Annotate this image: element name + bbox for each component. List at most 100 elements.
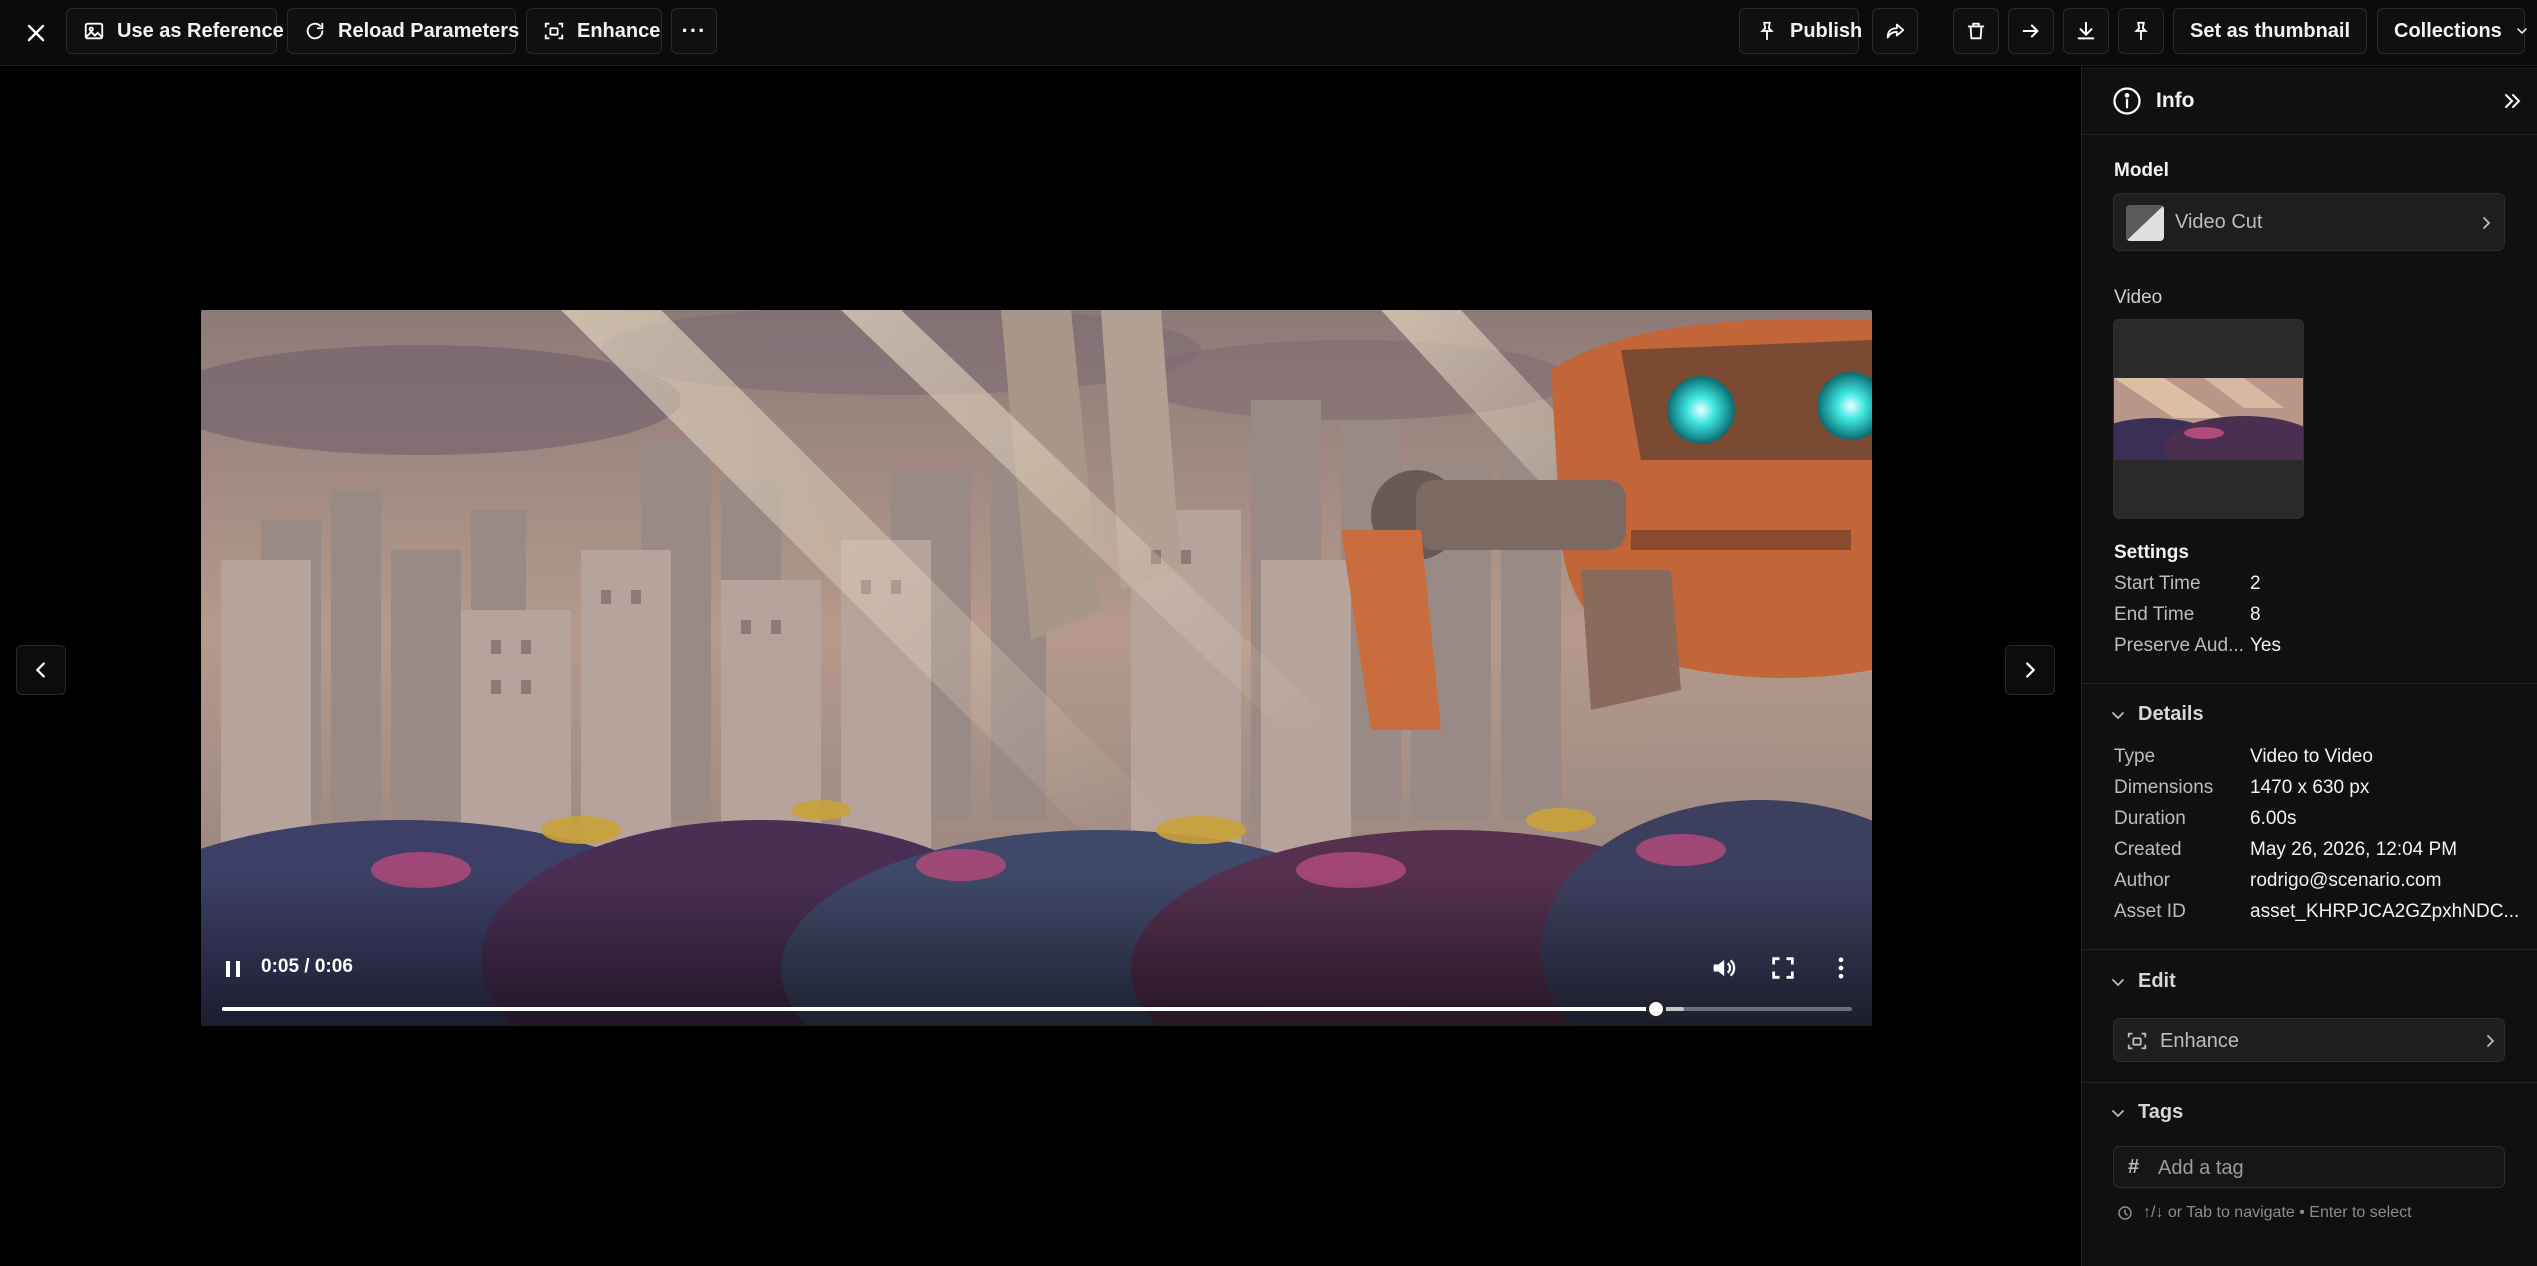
info-panel: Info Model Video Cut Video Settings Star… — [2081, 67, 2537, 1266]
detail-value: Video to Video — [2250, 746, 2373, 767]
controls-shade — [201, 876, 1872, 1026]
model-thumbnail — [2126, 205, 2164, 241]
playback-time: 0:05 / 0:06 — [261, 956, 353, 977]
reload-parameters-button[interactable]: Reload Parameters — [287, 8, 520, 54]
model-selector[interactable]: Video Cut — [2113, 193, 2505, 251]
tags-section-toggle[interactable]: Tags — [2110, 1101, 2183, 1124]
chevron-down-icon — [2112, 978, 2124, 986]
panel-header: Info — [2082, 67, 2537, 135]
close-button[interactable] — [16, 13, 56, 53]
seek-progress — [222, 1007, 1657, 1011]
set-as-thumbnail-label: Set as thumbnail — [2190, 19, 2351, 42]
more-icon: ··· — [681, 18, 707, 43]
next-asset-button[interactable] — [2008, 8, 2054, 54]
details-section-label: Details — [2138, 703, 2204, 725]
panel-title: Info — [2156, 89, 2195, 112]
model-name: Video Cut — [2175, 211, 2263, 233]
more-vertical-icon[interactable] — [1827, 954, 1855, 982]
detail-key: Dimensions — [2114, 777, 2214, 798]
model-section-label: Model — [2114, 160, 2169, 181]
detail-key: Asset ID — [2114, 901, 2186, 922]
chevron-right-icon — [2026, 662, 2036, 678]
top-toolbar: Use as Reference Reload Parameters Enhan… — [0, 0, 2537, 66]
use-as-reference-button[interactable]: Use as Reference — [66, 8, 284, 54]
chevron-down-icon — [2112, 1109, 2124, 1117]
video-section-label: Video — [2114, 287, 2163, 308]
section-divider — [2082, 683, 2537, 684]
tags-section-label: Tags — [2138, 1101, 2184, 1123]
setting-key: End Time — [2114, 604, 2195, 625]
detail-value: 6.00s — [2250, 808, 2297, 829]
source-video-thumbnail[interactable] — [2113, 319, 2304, 519]
video-player[interactable]: 0:05 / 0:06 — [201, 310, 1872, 1026]
detail-value: May 26, 2026, 12:04 PM — [2250, 839, 2458, 860]
collapse-panel-icon[interactable] — [2500, 89, 2524, 113]
volume-icon[interactable] — [1709, 954, 1737, 982]
chevron-down-icon — [2112, 711, 2124, 719]
tag-hint-text: ↑/↓ or Tab to navigate • Enter to select — [2143, 1204, 2412, 1221]
add-tag-input[interactable] — [2158, 1153, 2488, 1183]
edit-action-label: Enhance — [2160, 1030, 2239, 1052]
asset-id-value[interactable]: asset_KHRPJCA2GZpxhNDC... — [2250, 901, 2519, 923]
arrow-right-icon — [2022, 24, 2039, 38]
enhance-icon — [544, 22, 564, 40]
fullscreen-icon[interactable] — [1769, 954, 1797, 982]
reload-icon — [306, 22, 324, 40]
detail-key: Author — [2114, 870, 2170, 891]
edit-section-toggle[interactable]: Edit — [2110, 970, 2176, 993]
image-icon — [84, 22, 104, 40]
pin-icon — [1760, 21, 1774, 41]
close-icon — [27, 24, 45, 42]
next-asset-arrow[interactable] — [2005, 645, 2055, 695]
share-button[interactable] — [1872, 8, 1918, 54]
set-as-thumbnail-button[interactable]: Set as thumbnail — [2173, 8, 2367, 54]
more-options-button[interactable]: ··· — [671, 8, 717, 54]
hash-icon: # — [2128, 1156, 2140, 1178]
enhance-button[interactable]: Enhance — [526, 8, 662, 54]
source-video-frame — [2114, 378, 2303, 460]
chevron-right-icon — [2487, 1035, 2495, 1047]
detail-key: Duration — [2114, 808, 2186, 829]
settings-section-label: Settings — [2114, 542, 2189, 563]
trash-icon — [1967, 22, 1985, 40]
detail-value: 1470 x 630 px — [2250, 777, 2370, 798]
pin-icon — [2134, 21, 2148, 41]
history-icon — [2118, 1206, 2132, 1220]
detail-key: Created — [2114, 839, 2182, 860]
share-icon — [1886, 23, 1905, 39]
info-icon — [2113, 87, 2141, 115]
publish-button[interactable]: Publish — [1739, 8, 1863, 54]
seek-bar[interactable] — [222, 999, 1852, 1019]
tag-hint: ↑/↓ or Tab to navigate • Enter to select — [2117, 1204, 2412, 1222]
collections-dropdown[interactable]: Collections — [2377, 8, 2527, 54]
setting-key: Preserve Aud... — [2114, 635, 2244, 656]
previous-asset-arrow[interactable] — [16, 645, 66, 695]
setting-value: Yes — [2250, 635, 2281, 656]
detail-key: Type — [2114, 746, 2156, 767]
delete-button[interactable] — [1953, 8, 1999, 54]
pin-button[interactable] — [2118, 8, 2164, 54]
tag-input-box[interactable]: # — [2113, 1146, 2505, 1188]
use-as-reference-label: Use as Reference — [117, 19, 284, 42]
pause-icon[interactable] — [221, 957, 245, 981]
section-divider — [2082, 1082, 2537, 1083]
publish-label: Publish — [1790, 19, 1863, 42]
edit-enhance-action[interactable]: Enhance — [2113, 1018, 2505, 1062]
setting-value: 2 — [2250, 573, 2261, 594]
collections-label: Collections — [2394, 19, 2502, 42]
reload-parameters-label: Reload Parameters — [338, 19, 520, 42]
section-divider — [2082, 949, 2537, 950]
chevron-left-icon — [35, 662, 45, 678]
detail-value: rodrigo@scenario.com — [2250, 870, 2442, 891]
enhance-label: Enhance — [577, 19, 661, 42]
details-section-toggle[interactable]: Details — [2110, 703, 2204, 726]
chevron-right-icon — [2483, 217, 2491, 229]
download-button[interactable] — [2063, 8, 2109, 54]
setting-value: 8 — [2250, 604, 2261, 625]
download-icon — [2077, 21, 2095, 40]
media-stage: 0:05 / 0:06 — [0, 67, 2080, 1266]
setting-key: Start Time — [2114, 573, 2201, 594]
enhance-icon — [2127, 1032, 2147, 1050]
chevron-down-icon — [2517, 28, 2527, 35]
edit-section-label: Edit — [2138, 970, 2176, 992]
